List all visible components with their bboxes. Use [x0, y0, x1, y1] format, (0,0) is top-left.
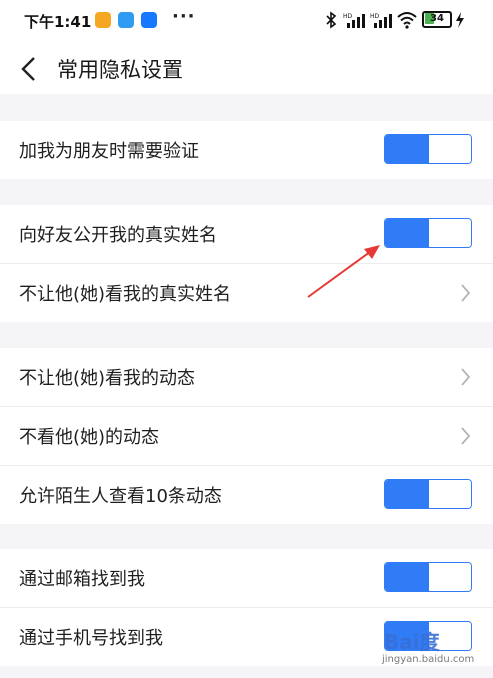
- setting-label: 不让他(她)看我的真实姓名: [19, 284, 232, 305]
- chat-app-icon: [118, 12, 134, 28]
- bluetooth-icon: [325, 11, 337, 33]
- setting-row[interactable]: 不看他(她)的动态: [0, 407, 493, 466]
- status-bar: 下午1:41 ··· HD HD 34: [0, 0, 493, 44]
- watermark-logo: Bai度: [384, 630, 440, 654]
- signal-hd-icon: HD: [370, 11, 392, 33]
- setting-label: 加我为朋友时需要验证: [19, 141, 199, 162]
- setting-row: 向好友公开我的真实姓名: [0, 205, 493, 264]
- battery-level: 34: [430, 13, 444, 24]
- setting-row[interactable]: 不让他(她)看我的真实姓名: [0, 264, 493, 322]
- setting-label: 不让他(她)看我的动态: [19, 368, 196, 389]
- setting-label: 不看他(她)的动态: [19, 427, 160, 448]
- toggle-switch[interactable]: [384, 562, 472, 592]
- chevron-right-icon: [461, 284, 471, 302]
- toggle-on-fill: [385, 219, 429, 247]
- status-indicators: HD HD 34: [325, 11, 475, 31]
- toggle-on-fill: [385, 480, 429, 508]
- status-time: 下午1:41: [24, 13, 92, 31]
- setting-row: 加我为朋友时需要验证: [0, 121, 493, 179]
- toggle-switch[interactable]: [384, 218, 472, 248]
- setting-row[interactable]: 不让他(她)看我的动态: [0, 348, 493, 407]
- notes-app-icon: [95, 12, 111, 28]
- toggle-on-fill: [385, 135, 429, 163]
- wifi-icon: [397, 11, 417, 33]
- status-more-icon: ···: [172, 6, 196, 27]
- setting-label: 向好友公开我的真实姓名: [19, 225, 217, 246]
- nav-header: 常用隐私设置: [0, 44, 493, 94]
- toggle-switch[interactable]: [384, 479, 472, 509]
- chevron-right-icon: [461, 368, 471, 386]
- settings-group-real-name: 向好友公开我的真实姓名 不让他(她)看我的真实姓名: [0, 205, 493, 322]
- alipay-app-icon: [141, 12, 157, 28]
- toggle-knob: [429, 480, 471, 508]
- setting-label: 通过邮箱找到我: [19, 569, 145, 590]
- chevron-right-icon: [461, 427, 471, 445]
- setting-label: 允许陌生人查看10条动态: [19, 486, 222, 507]
- settings-group-verification: 加我为朋友时需要验证: [0, 121, 493, 179]
- chevron-left-icon[interactable]: [18, 55, 42, 83]
- toggle-switch[interactable]: [384, 134, 472, 164]
- svg-text:HD: HD: [370, 13, 380, 20]
- toggle-on-fill: [385, 563, 429, 591]
- signal-hd-icon: HD: [343, 11, 365, 33]
- baidu-watermark: Bai度 jingyan.baidu.com: [378, 618, 488, 674]
- charging-icon: [455, 11, 465, 33]
- watermark-url: jingyan.baidu.com: [382, 654, 475, 665]
- settings-group-moments: 不让他(她)看我的动态 不看他(她)的动态 允许陌生人查看10条动态: [0, 348, 493, 524]
- page-title: 常用隐私设置: [57, 58, 183, 82]
- setting-label: 通过手机号找到我: [19, 628, 163, 649]
- svg-text:HD: HD: [343, 13, 353, 20]
- toggle-knob: [429, 135, 471, 163]
- setting-row: 通过邮箱找到我: [0, 549, 493, 608]
- setting-row: 允许陌生人查看10条动态: [0, 466, 493, 524]
- toggle-knob: [429, 219, 471, 247]
- toggle-knob: [429, 563, 471, 591]
